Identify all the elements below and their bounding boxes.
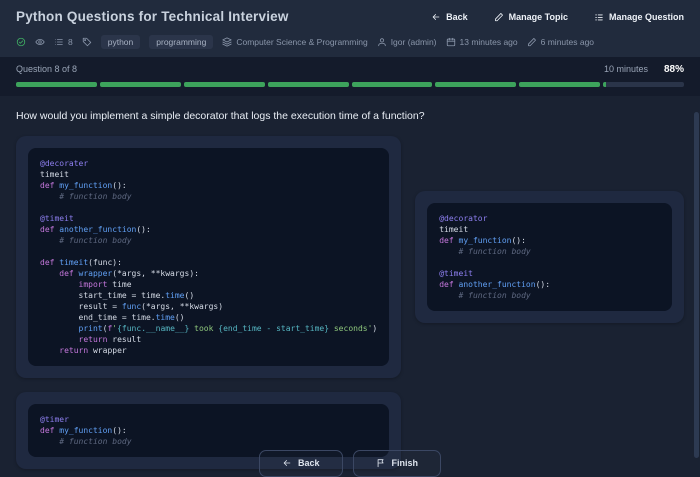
- author-item: Igor (admin): [377, 37, 437, 47]
- vertical-scrollbar[interactable]: [694, 112, 699, 458]
- layers-icon: [222, 37, 232, 47]
- answer-options: @decorater timeit def my_function(): # fun…: [0, 135, 700, 469]
- meta-bar: 8 python programming Computer Science & …: [16, 35, 684, 49]
- answer-option-b[interactable]: @decorator timeit def my_function(): # fun…: [415, 191, 684, 323]
- footer-back-label: Back: [297, 458, 320, 468]
- header: Python Questions for Technical Interview…: [0, 0, 700, 57]
- time-remaining-label: 10 minutes: [603, 64, 648, 74]
- manage-question-button[interactable]: Manage Question: [594, 12, 684, 22]
- user-icon: [377, 38, 386, 47]
- finish-button-label: Finish: [391, 458, 419, 468]
- arrow-left-icon: [283, 460, 291, 466]
- score-percent-label: 88%: [663, 64, 684, 75]
- updated-item: 6 minutes ago: [527, 37, 594, 47]
- back-button[interactable]: Back: [431, 12, 468, 22]
- list-check-icon: [595, 14, 603, 20]
- page-title: Python Questions for Technical Interview: [16, 9, 289, 24]
- check-circle-icon: [16, 37, 26, 47]
- question-count: 8: [54, 37, 73, 47]
- list-icon: [55, 39, 63, 45]
- code-block-a: @decorater timeit def my_function(): # fun…: [28, 148, 390, 366]
- tag-programming[interactable]: programming: [149, 35, 214, 49]
- progress-section: Question 8 of 8 10 minutes 88%: [0, 57, 700, 96]
- manage-topic-label: Manage Topic: [508, 11, 568, 22]
- question-text: How would you implement a simple decorat…: [16, 110, 425, 122]
- author-label: Igor (admin): [390, 37, 437, 47]
- code-block-b: @decorator timeit def my_function(): # fun…: [427, 203, 672, 311]
- category-label: Computer Science & Programming: [236, 37, 368, 47]
- pencil-icon: [527, 38, 536, 47]
- category-item: Computer Science & Programming: [222, 37, 368, 47]
- manage-question-label: Manage Question: [608, 11, 684, 22]
- created-item: 13 minutes ago: [446, 37, 518, 47]
- progress-bar: [16, 82, 684, 87]
- updated-label: 6 minutes ago: [540, 37, 595, 47]
- tag-python[interactable]: python: [100, 35, 141, 49]
- eye-icon: [35, 39, 45, 45]
- arrow-left-icon: [432, 13, 440, 20]
- calendar-icon: [446, 37, 455, 47]
- header-actions: Back Manage Topic Manage Question: [431, 12, 684, 22]
- quiz-page: { "header": { "title": "Python Questions…: [0, 0, 700, 477]
- manage-topic-button[interactable]: Manage Topic: [494, 12, 568, 22]
- flag-icon: [377, 459, 383, 468]
- tag-icon: [82, 37, 91, 47]
- question-count-value: 8: [68, 37, 73, 47]
- back-button-label: Back: [446, 11, 468, 22]
- pencil-icon: [494, 12, 503, 21]
- question-progress-label: Question 8 of 8: [16, 64, 78, 74]
- created-label: 13 minutes ago: [459, 37, 518, 47]
- answer-option-a[interactable]: @decorater timeit def my_function(): # fun…: [16, 136, 402, 378]
